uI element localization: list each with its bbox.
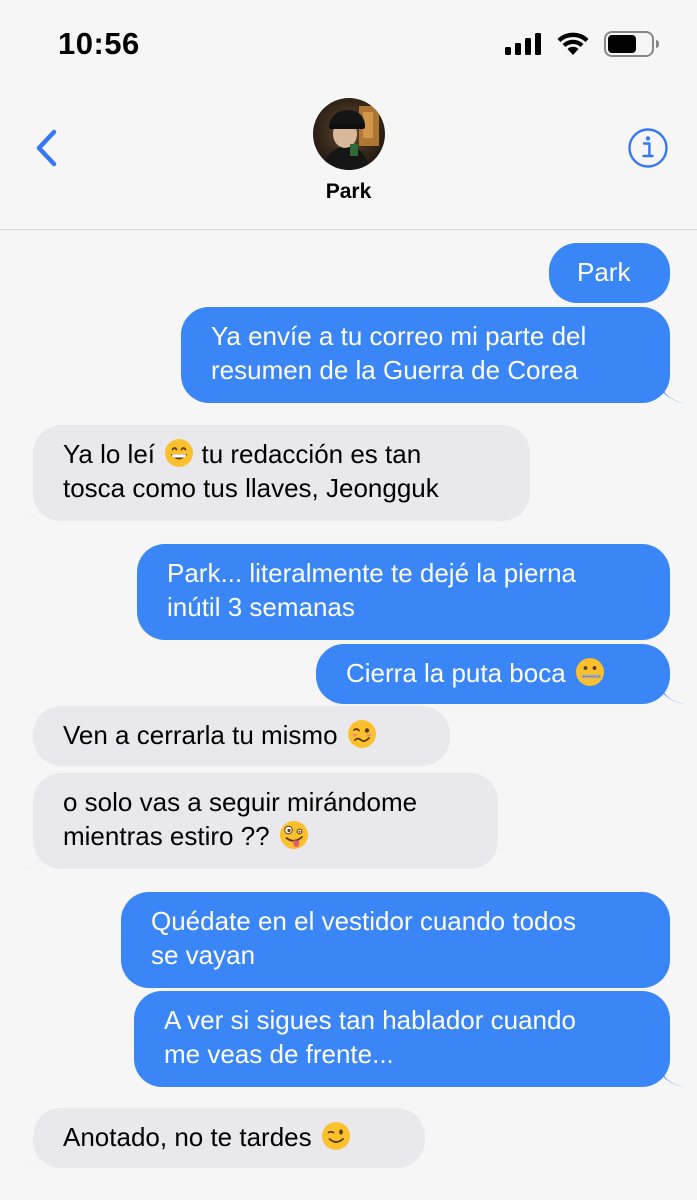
contact-avatar[interactable] <box>313 98 385 170</box>
message-bubble-outgoing[interactable]: Park <box>549 243 670 303</box>
message-bubble-outgoing[interactable]: Cierra la puta boca <box>316 644 670 704</box>
woozy-face-icon <box>347 720 376 748</box>
message-text: me veas de frente... <box>164 1039 394 1069</box>
message-text: Park... literalmente te dejé la pierna <box>167 558 576 588</box>
message-bubble-incoming[interactable]: Ven a cerrarla tu mismo <box>33 706 450 766</box>
winking-face-icon <box>321 1122 350 1150</box>
message-text: Park <box>577 257 631 287</box>
zipper-mouth-face-icon <box>575 658 604 686</box>
zany-face-icon <box>279 821 308 849</box>
bubble-tail <box>660 383 684 403</box>
bubble-tail <box>21 849 45 869</box>
bubble-tail <box>660 684 684 704</box>
message-text: Quédate en el vestidor cuando todos <box>151 906 576 936</box>
message-text: Anotado, no te tardes <box>63 1122 312 1152</box>
contact-name[interactable]: Park <box>0 180 697 204</box>
message-text: se vayan <box>151 940 256 970</box>
message-text: tu redacción es tan <box>201 439 422 469</box>
message-bubble-outgoing[interactable]: Ya envíe a tu correo mi parte del resume… <box>181 307 670 403</box>
message-text: Ya envíe a tu correo mi parte del <box>211 321 587 351</box>
message-bubble-outgoing[interactable]: A ver si sigues tan hablador cuando me v… <box>134 991 670 1087</box>
message-text: Ya lo leí <box>63 439 156 469</box>
message-text: Cierra la puta boca <box>346 658 566 688</box>
message-bubble-outgoing[interactable]: Park... literalmente te dejé la pierna i… <box>137 544 670 640</box>
message-text: resumen de la Guerra de Corea <box>211 355 579 385</box>
grinning-face-icon <box>165 439 194 467</box>
message-text: A ver si sigues tan hablador cuando <box>164 1005 576 1035</box>
wifi-icon <box>557 32 589 55</box>
message-text: inútil 3 semanas <box>167 592 355 622</box>
message-bubble-incoming[interactable]: Ya lo leí tu redacción es tan tosca como… <box>33 425 530 521</box>
message-text: o solo vas a seguir mirándome <box>63 787 418 817</box>
status-bar: 10:56 <box>0 0 697 86</box>
message-text: tosca como tus llaves, Jeongguk <box>63 473 439 503</box>
message-line: mientras estiro ?? <box>63 819 468 853</box>
bubble-tail <box>21 501 45 521</box>
message-text: mientras estiro ?? <box>63 821 270 851</box>
message-bubble-incoming[interactable]: Anotado, no te tardes <box>33 1108 425 1168</box>
conversation-header: Park <box>0 86 697 230</box>
cellular-signal-icon <box>505 33 541 55</box>
chevron-left-icon[interactable] <box>30 126 64 170</box>
message-line: Ya lo leí tu redacción es tan <box>63 437 500 471</box>
message-bubble-outgoing[interactable]: Quédate en el vestidor cuando todos se v… <box>121 892 670 988</box>
info-circle-icon[interactable] <box>626 126 670 170</box>
message-thread[interactable]: Park Ya envíe a tu correo mi parte del r… <box>0 231 697 1200</box>
avatar-photo <box>313 98 385 170</box>
message-text: Ven a cerrarla tu mismo <box>63 720 338 750</box>
status-time: 10:56 <box>58 26 140 61</box>
battery-icon <box>604 31 659 57</box>
bubble-tail <box>660 1067 684 1087</box>
bubble-tail <box>21 1148 45 1168</box>
message-bubble-incoming[interactable]: o solo vas a seguir mirándome mientras e… <box>33 773 498 869</box>
